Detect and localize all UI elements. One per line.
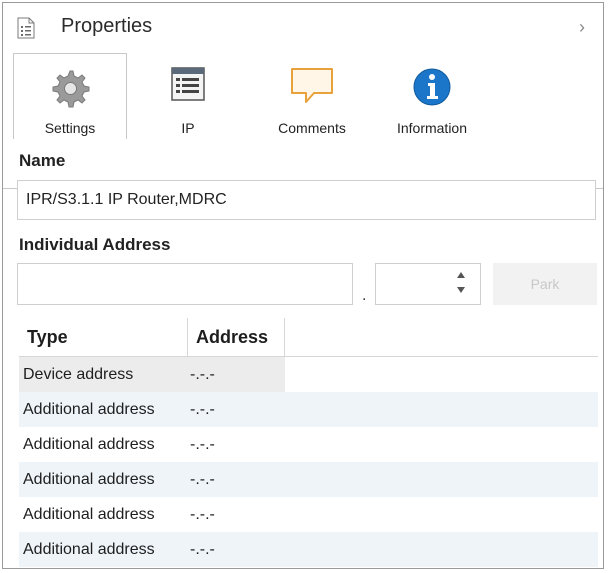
table-row[interactable]: Additional address -.-.-: [19, 462, 598, 497]
cell-type: Additional address: [23, 401, 155, 418]
address-area-line-input[interactable]: [17, 263, 353, 305]
panel-title: Properties: [61, 15, 153, 37]
spinner-up-icon[interactable]: [456, 271, 466, 279]
individual-address-label: Individual Address: [19, 235, 171, 254]
cell-address: -.-.-: [190, 436, 215, 453]
address-separator-dot: .: [362, 287, 367, 304]
table-row[interactable]: Additional address -.-.-: [19, 497, 598, 532]
tab-bar: Settings IP Comments Information: [3, 53, 603, 189]
table-row[interactable]: Device address -.-.-: [19, 357, 598, 392]
gear-icon: [52, 70, 90, 108]
tab-settings-label: Settings: [44, 120, 96, 136]
panel-header: Properties ›: [3, 3, 603, 53]
cell-address: -.-.-: [190, 366, 215, 383]
table-row[interactable]: Additional address -.-.-: [19, 427, 598, 462]
name-input[interactable]: IPR/S3.1.1 IP Router,MDRC: [17, 180, 596, 220]
park-button[interactable]: Park: [493, 263, 597, 305]
cell-type: Additional address: [23, 436, 155, 453]
tab-ip-label: IP: [181, 120, 195, 136]
tab-information[interactable]: Information: [375, 53, 489, 139]
column-header-address[interactable]: Address: [188, 318, 285, 356]
name-label: Name: [19, 151, 66, 170]
cell-type: Additional address: [23, 506, 155, 523]
tab-settings[interactable]: Settings: [13, 53, 127, 139]
collapse-chevron-icon[interactable]: ›: [579, 17, 595, 37]
tab-ip[interactable]: IP: [131, 53, 245, 139]
table-row[interactable]: Additional address -.-.-: [19, 392, 598, 427]
cell-type: Device address: [23, 366, 134, 383]
cell-address: -.-.-: [190, 401, 215, 418]
tab-comments[interactable]: Comments: [255, 53, 369, 139]
info-icon: [413, 68, 451, 106]
spinner-down-icon[interactable]: [456, 286, 466, 294]
comment-bubble-icon: [291, 68, 333, 103]
device-number-spinner[interactable]: [375, 263, 481, 305]
cell-address: -.-.-: [190, 506, 215, 523]
address-table: Type Address Device address -.-.- Additi…: [19, 318, 598, 567]
table-header: Type Address: [19, 318, 598, 357]
properties-panel: Properties › Settings IP Comments Inform…: [2, 2, 604, 569]
cell-address: -.-.-: [190, 541, 215, 558]
ip-window-icon: [171, 67, 205, 101]
properties-icon: [17, 17, 35, 39]
cell-type: Additional address: [23, 471, 155, 488]
column-header-type[interactable]: Type: [19, 318, 188, 356]
cell-address: -.-.-: [190, 471, 215, 488]
tab-comments-label: Comments: [278, 120, 346, 136]
tab-information-label: Information: [396, 120, 468, 136]
table-row[interactable]: Additional address -.-.-: [19, 532, 598, 567]
cell-type: Additional address: [23, 541, 155, 558]
